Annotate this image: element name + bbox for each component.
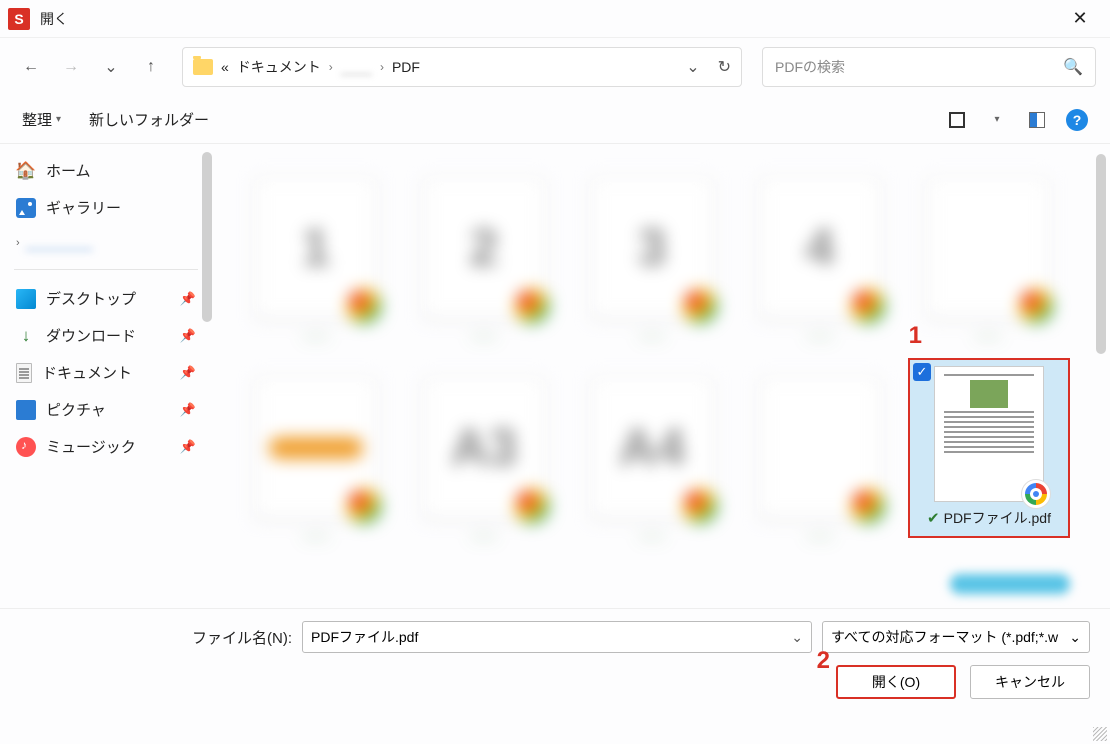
cancel-button[interactable]: キャンセル xyxy=(970,665,1090,699)
resize-grip[interactable] xyxy=(1093,727,1107,741)
file-thumb[interactable]: 4____ xyxy=(740,158,900,338)
music-icon xyxy=(16,437,36,457)
annotation-2: 2 xyxy=(817,647,830,675)
check-circle-icon: ✔ xyxy=(927,509,940,527)
search-placeholder: PDFの検索 xyxy=(775,57,1063,77)
pin-icon: 📌 xyxy=(180,328,196,344)
pin-icon: 📌 xyxy=(180,291,196,307)
nav-bar: ← → ⌄ ↑ « ドキュメント › ____ › PDF ⌄ ↻ PDFの検索… xyxy=(0,38,1110,96)
pdf-preview xyxy=(934,366,1044,502)
forward-button[interactable]: → xyxy=(54,50,88,84)
view-options-button[interactable] xyxy=(946,109,968,131)
file-grid: 1____ 2____ 3____ 4____ ____ ____ A3____… xyxy=(212,144,1110,608)
view-dropdown[interactable]: ▾ xyxy=(986,109,1008,131)
sidebar-item-pictures[interactable]: ピクチャ📌 xyxy=(6,391,206,428)
open-button[interactable]: 開く(O) xyxy=(836,665,956,699)
footer: ファイル名(N): PDFファイル.pdf⌄ すべての対応フォーマット (*.p… xyxy=(0,608,1110,713)
desktop-icon xyxy=(16,289,36,309)
file-thumb[interactable]: A3____ xyxy=(404,358,564,538)
file-type-filter[interactable]: すべての対応フォーマット (*.pdf;*.w⌄ xyxy=(822,621,1090,653)
path-dropdown[interactable]: ⌄ xyxy=(686,57,699,77)
preview-pane-button[interactable] xyxy=(1026,109,1048,131)
file-thumb[interactable]: 1____ xyxy=(236,158,396,338)
close-button[interactable]: ✕ xyxy=(1058,0,1102,38)
titlebar: S 開く ✕ xyxy=(0,0,1110,38)
search-icon: 🔍 xyxy=(1063,57,1083,77)
folder-icon xyxy=(193,59,213,75)
sidebar-item-documents[interactable]: ドキュメント📌 xyxy=(6,354,206,391)
home-icon xyxy=(16,161,36,181)
recent-dropdown[interactable]: ⌄ xyxy=(94,50,128,84)
separator xyxy=(14,269,198,270)
document-icon xyxy=(16,363,32,383)
breadcrumb-seg-3[interactable]: PDF xyxy=(392,59,420,75)
refresh-button[interactable]: ↻ xyxy=(718,57,731,77)
body: ホーム ギャラリー ›________ デスクトップ📌 ダウンロード📌 ドキュメ… xyxy=(0,144,1110,608)
file-thumb[interactable]: ____ xyxy=(908,158,1068,338)
search-input[interactable]: PDFの検索 🔍 xyxy=(762,47,1096,87)
sidebar-item-desktop[interactable]: デスクトップ📌 xyxy=(6,280,206,317)
chevron-right-icon: › xyxy=(16,237,20,249)
check-icon: ✓ xyxy=(913,363,931,381)
download-icon xyxy=(16,326,36,346)
pictures-icon xyxy=(16,400,36,420)
chrome-icon xyxy=(1021,479,1051,509)
file-thumb-selected[interactable]: ✓ ✔PDFファイル.pdf xyxy=(908,358,1068,538)
chevron-down-icon[interactable]: ⌄ xyxy=(1069,629,1081,646)
file-thumb[interactable]: 2____ xyxy=(404,158,564,338)
app-icon: S xyxy=(8,8,30,30)
filename-input[interactable]: PDFファイル.pdf⌄ xyxy=(302,621,812,653)
sidebar-item-home[interactable]: ホーム xyxy=(6,152,206,189)
chevron-down-icon[interactable]: ⌄ xyxy=(791,629,803,646)
pin-icon: 📌 xyxy=(180,365,196,381)
help-button[interactable]: ? xyxy=(1066,109,1088,131)
pin-icon: 📌 xyxy=(180,402,196,418)
organize-menu[interactable]: 整理▾ xyxy=(22,109,61,130)
chevron-right-icon: › xyxy=(380,60,384,74)
file-thumb[interactable]: ____ xyxy=(740,358,900,538)
filename-label: ファイル名(N): xyxy=(192,627,292,648)
sidebar-scrollbar[interactable] xyxy=(202,152,212,322)
chevron-right-icon: › xyxy=(329,60,333,74)
back-button[interactable]: ← xyxy=(14,50,48,84)
sidebar-item-gallery[interactable]: ギャラリー xyxy=(6,189,206,226)
file-name-label: ✔PDFファイル.pdf xyxy=(927,508,1051,528)
pin-icon: 📌 xyxy=(180,439,196,455)
file-thumb[interactable]: 3____ xyxy=(572,158,732,338)
breadcrumb-prefix: « xyxy=(221,59,229,75)
new-folder-button[interactable]: 新しいフォルダー xyxy=(89,109,209,130)
file-thumb[interactable]: A4____ xyxy=(572,358,732,538)
sidebar: ホーム ギャラリー ›________ デスクトップ📌 ダウンロード📌 ドキュメ… xyxy=(0,144,212,608)
sidebar-item-music[interactable]: ミュージック📌 xyxy=(6,428,206,465)
breadcrumb-bar[interactable]: « ドキュメント › ____ › PDF ⌄ ↻ xyxy=(182,47,742,87)
sidebar-item-cloud[interactable]: ›________ xyxy=(6,226,206,259)
content-scrollbar[interactable] xyxy=(1096,154,1106,354)
toolbar: 整理▾ 新しいフォルダー ▾ ? xyxy=(0,96,1110,144)
sidebar-item-downloads[interactable]: ダウンロード📌 xyxy=(6,317,206,354)
file-thumb[interactable]: ____ xyxy=(236,358,396,538)
breadcrumb-seg-1[interactable]: ドキュメント xyxy=(237,57,321,77)
annotation-1: 1 xyxy=(909,322,922,350)
file-thumb[interactable] xyxy=(950,574,1070,594)
gallery-icon xyxy=(16,198,36,218)
window-title: 開く xyxy=(40,9,68,29)
up-button[interactable]: ↑ xyxy=(134,50,168,84)
breadcrumb-seg-2[interactable]: ____ xyxy=(341,59,372,75)
